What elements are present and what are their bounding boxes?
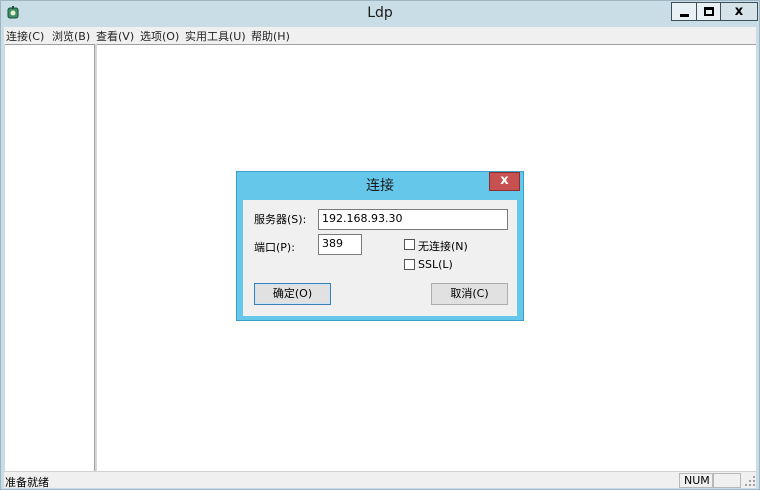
- dialog-title: 连接: [366, 178, 394, 194]
- close-icon: x: [734, 4, 744, 19]
- server-input[interactable]: 192.168.93.30: [318, 209, 508, 230]
- cancel-button[interactable]: 取消(C): [431, 283, 508, 305]
- menu-view[interactable]: 查看(V): [96, 28, 134, 44]
- status-panel-empty: [713, 473, 741, 488]
- ssl-checkbox[interactable]: [404, 259, 415, 270]
- port-input[interactable]: 389: [318, 234, 362, 255]
- tree-pane[interactable]: [5, 44, 95, 471]
- menu-help[interactable]: 帮助(H): [251, 28, 290, 44]
- dialog-close-button[interactable]: x: [489, 172, 520, 191]
- menu-utilities[interactable]: 实用工具(U): [185, 28, 246, 44]
- menu-bar: 连接(C) 浏览(B) 查看(V) 选项(O) 实用工具(U) 帮助(H): [4, 27, 756, 44]
- minimize-button[interactable]: [671, 2, 697, 21]
- menu-options[interactable]: 选项(O): [140, 28, 179, 44]
- resize-grip-icon[interactable]: [744, 475, 756, 487]
- maximize-icon: [704, 7, 714, 16]
- title-bar[interactable]: Ldp x: [1, 1, 759, 27]
- server-label: 服务器(S):: [254, 213, 307, 226]
- menu-connection[interactable]: 连接(C): [6, 28, 44, 44]
- minimize-icon: [680, 14, 689, 17]
- connectionless-checkbox[interactable]: [404, 239, 415, 250]
- maximize-button[interactable]: [696, 2, 721, 21]
- connectionless-label: 无连接(N): [418, 240, 468, 253]
- status-bar: 准备就绪 NUM: [4, 471, 756, 489]
- close-button[interactable]: x: [720, 2, 758, 21]
- menu-browse[interactable]: 浏览(B): [52, 28, 90, 44]
- num-lock-indicator: NUM: [679, 473, 713, 488]
- window-title: Ldp: [367, 5, 393, 21]
- ssl-label: SSL(L): [418, 258, 453, 271]
- close-icon: x: [500, 173, 509, 188]
- status-text: 准备就绪: [5, 476, 49, 489]
- port-label: 端口(P):: [254, 241, 295, 254]
- ok-button[interactable]: 确定(O): [254, 283, 331, 305]
- dialog-body: 服务器(S): 192.168.93.30 端口(P): 389 无连接(N) …: [243, 200, 517, 316]
- connect-dialog: 连接 x 服务器(S): 192.168.93.30 端口(P): 389 无连…: [236, 171, 524, 321]
